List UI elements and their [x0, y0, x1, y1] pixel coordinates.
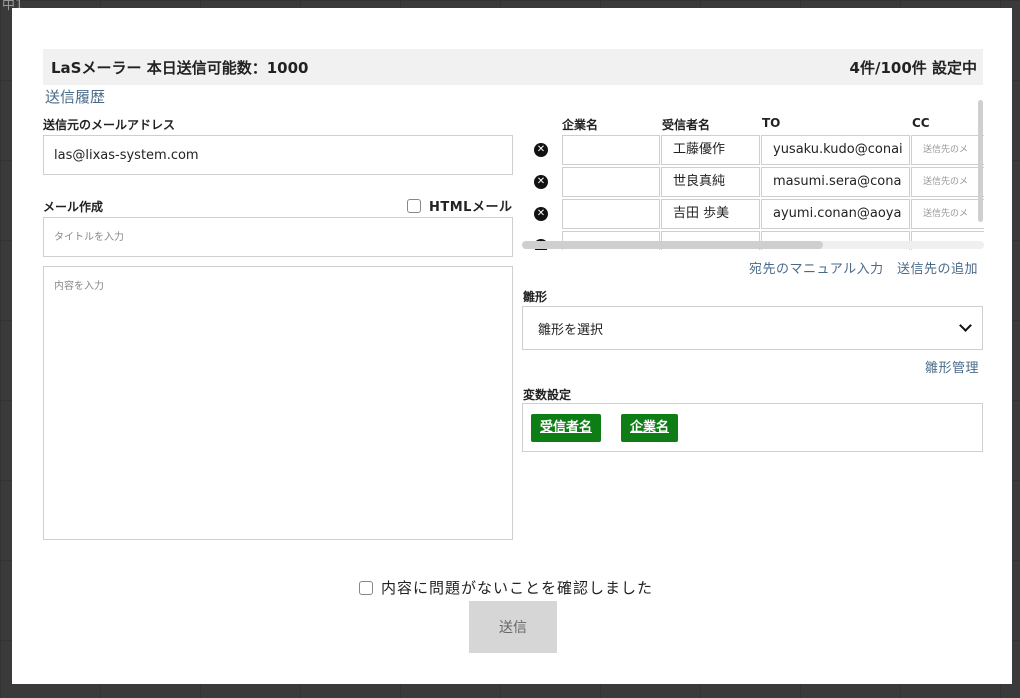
recipient-name-cell[interactable]: 吉田 歩美 [661, 199, 760, 229]
html-mail-toggle[interactable]: HTMLメール [407, 196, 512, 215]
send-button[interactable]: 送信 [469, 601, 557, 653]
recipient-name-cell[interactable]: 世良真純 [661, 167, 760, 197]
column-header-company: 企業名 [562, 118, 599, 132]
sender-email-input[interactable] [43, 135, 513, 175]
template-select[interactable]: 雛形を選択 [522, 306, 983, 350]
sender-label: 送信元のメールアドレス [43, 118, 176, 132]
to-cell[interactable]: ayumi.conan@aoya [761, 199, 910, 229]
template-selected-value: 雛形を選択 [538, 322, 604, 338]
column-header-recipient: 受信者名 [662, 118, 711, 132]
recipient-count-status: 4件/100件 設定中 [849, 58, 977, 77]
chevron-down-icon [959, 319, 972, 332]
confirm-checkbox[interactable] [359, 580, 373, 595]
cc-cell[interactable]: 送信先のメ [911, 199, 984, 229]
cc-cell[interactable]: 送信先のメ [911, 135, 984, 165]
company-cell[interactable] [562, 135, 660, 165]
variable-tag-company-name[interactable]: 企業名 [621, 413, 679, 442]
recipients-vertical-scrollbar[interactable] [978, 100, 983, 222]
column-header-cc: CC [912, 116, 930, 130]
recipient-row: ✕ 世良真純 masumi.sera@cona 送信先のメ [522, 167, 984, 197]
company-cell[interactable] [562, 167, 660, 197]
confirm-label: 内容に問題がないことを確認しました [381, 579, 654, 597]
close-circle-icon[interactable]: ✕ [534, 143, 548, 157]
html-mail-checkbox[interactable] [407, 198, 421, 213]
send-history-link[interactable]: 送信履歴 [45, 86, 105, 107]
company-cell[interactable] [562, 199, 660, 229]
variables-label: 変数設定 [523, 388, 572, 402]
close-circle-icon[interactable]: ✕ [534, 175, 548, 189]
recipients-table: 企業名 受信者名 TO CC ✕ 工藤優作 yusaku.kudo@conai … [522, 110, 984, 250]
to-cell[interactable]: masumi.sera@cona [761, 167, 910, 197]
title-input[interactable] [43, 217, 513, 257]
close-circle-icon[interactable]: ✕ [534, 207, 548, 221]
manual-entry-link[interactable]: 宛先のマニュアル入力 [749, 258, 884, 277]
mailer-modal: LaSメーラー 本日送信可能数：1000 4件/100件 設定中 送信履歴 送信… [12, 8, 1012, 684]
column-header-to: TO [762, 116, 781, 130]
template-manage-link[interactable]: 雛形管理 [925, 357, 979, 376]
to-cell[interactable]: yusaku.kudo@conai [761, 135, 910, 165]
compose-label: メール作成 [43, 200, 104, 214]
body-textarea[interactable] [43, 266, 513, 540]
recipients-horizontal-scrollbar[interactable] [522, 241, 823, 249]
variables-box: 受信者名 企業名 [522, 403, 983, 452]
recipient-row: ✕ 工藤優作 yusaku.kudo@conai 送信先のメ [522, 135, 984, 165]
header-bar: LaSメーラー 本日送信可能数：1000 4件/100件 設定中 [43, 49, 983, 85]
confirm-checkbox-row[interactable]: 内容に問題がないことを確認しました [359, 577, 653, 598]
variable-tag-recipient-name[interactable]: 受信者名 [531, 413, 602, 442]
template-label: 雛形 [523, 290, 548, 304]
recipient-row: ✕ 吉田 歩美 ayumi.conan@aoya 送信先のメ [522, 199, 984, 229]
html-mail-label: HTMLメール [429, 200, 513, 215]
app-title: LaSメーラー 本日送信可能数：1000 [51, 58, 309, 77]
add-recipient-link[interactable]: 送信先の追加 [897, 258, 978, 277]
cc-cell[interactable]: 送信先のメ [911, 167, 984, 197]
recipient-name-cell[interactable]: 工藤優作 [661, 135, 760, 165]
